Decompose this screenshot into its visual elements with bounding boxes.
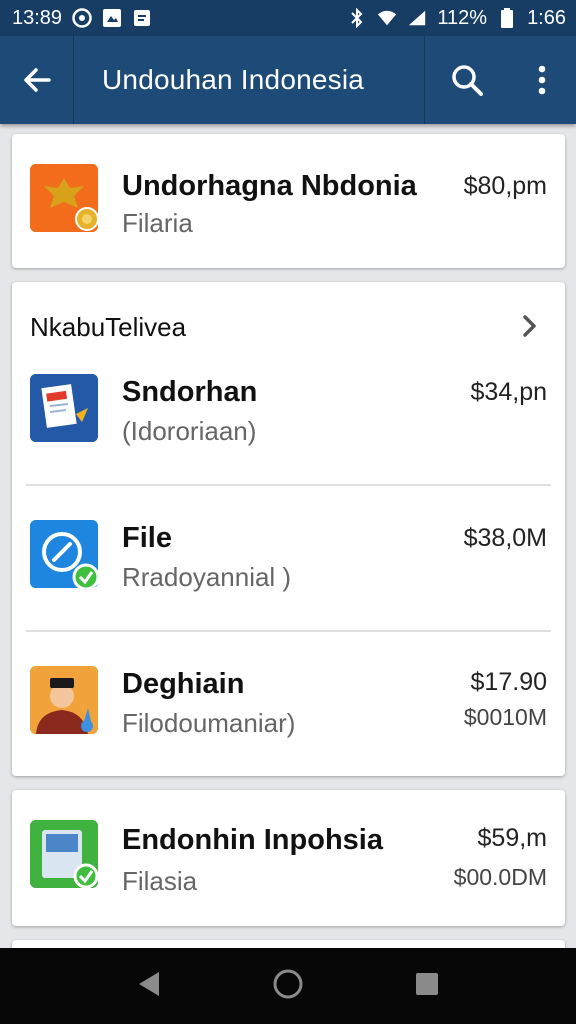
item-price: $17.90 — [470, 668, 547, 696]
home-circle-icon — [273, 969, 303, 998]
featured-name: Undorhagna Nbdonia — [122, 170, 417, 202]
status-time-left: 13:89 — [12, 6, 63, 29]
app-bar: Undouhan Indonesia — [0, 36, 576, 124]
notification-file-icon — [132, 8, 152, 28]
item-subtitle: Filasia — [122, 866, 198, 896]
back-triangle-icon — [138, 971, 159, 996]
item-name: File — [122, 522, 172, 554]
more-options-button[interactable] — [508, 36, 576, 124]
battery-icon — [497, 8, 517, 28]
bluetooth-icon — [347, 8, 367, 28]
item-name: Endonhin Inpohsia — [122, 824, 383, 856]
section-more-button[interactable] — [515, 312, 543, 340]
back-button[interactable] — [0, 36, 74, 124]
item-subtitle: Filodoumaniar) — [122, 708, 296, 738]
status-bar: 13:89 112% 1:66 — [0, 0, 576, 36]
list-item[interactable]: File Rradoyannial ) $38,0M — [12, 498, 565, 618]
more-vert-icon — [538, 65, 546, 95]
item-price-secondary: $00.0DM — [453, 864, 547, 890]
package-app-icon — [30, 820, 99, 889]
nav-recents-button[interactable] — [413, 970, 441, 1003]
divider — [26, 484, 551, 486]
back-arrow-icon — [23, 68, 51, 92]
featured-price: $80,pm — [463, 172, 547, 200]
wifi-icon — [377, 8, 397, 28]
item-subtitle: (Idororiaan) — [122, 416, 257, 446]
list-item[interactable]: Sndorhan (Idororiaan) $34,pn — [12, 352, 565, 472]
divider — [26, 630, 551, 632]
item-subtitle: Rradoyannial ) — [122, 562, 292, 592]
item-price: $59,m — [477, 824, 547, 852]
featured-subtitle: Filaria — [122, 208, 193, 238]
status-bar-left: 13:89 — [12, 7, 152, 30]
list-item[interactable]: Endonhin Inpohsia Filasia $59,m $00.0DM — [12, 796, 565, 916]
nav-home-button[interactable] — [272, 968, 304, 1005]
notification-app-icon — [72, 8, 92, 28]
chevron-right-icon — [523, 315, 536, 337]
item-name: Sndorhan — [122, 376, 258, 408]
garuda-app-icon — [30, 164, 98, 232]
recents-square-icon — [416, 972, 439, 995]
featured-item[interactable]: Undorhagna Nbdonia Filaria $80,pm — [12, 142, 565, 262]
navigation-bar — [0, 948, 576, 1024]
section-title: NkabuTelivea — [30, 312, 187, 342]
document-app-icon — [30, 374, 98, 442]
item-price: $34,pn — [470, 378, 547, 406]
status-bar-right: 112% 1:66 — [347, 7, 566, 30]
search-icon — [451, 65, 483, 96]
nav-back-button[interactable] — [135, 969, 163, 1004]
section-card: NkabuTelivea Sndorhan (Idororiaan) $34,p… — [12, 282, 565, 776]
item-price: $38,0M — [463, 524, 547, 552]
featured-card[interactable]: Undorhagna Nbdonia Filaria $80,pm — [12, 134, 565, 268]
signal-icon — [407, 8, 427, 28]
page-title: Undouhan Indonesia — [102, 64, 365, 95]
item-price-secondary: $0010M — [463, 704, 547, 730]
list-item[interactable]: Deghiain Filodoumaniar) $17.90 $0010M — [12, 644, 565, 764]
status-time-right: 1:66 — [527, 6, 566, 29]
search-button[interactable] — [424, 36, 508, 124]
person-app-icon — [30, 666, 98, 734]
battery-percent: 112% — [437, 6, 488, 29]
compass-app-icon — [30, 520, 100, 591]
notification-image-icon — [102, 8, 122, 28]
item-name: Deghiain — [122, 668, 245, 700]
bottom-card[interactable]: Endonhin Inpohsia Filasia $59,m $00.0DM — [12, 790, 565, 926]
